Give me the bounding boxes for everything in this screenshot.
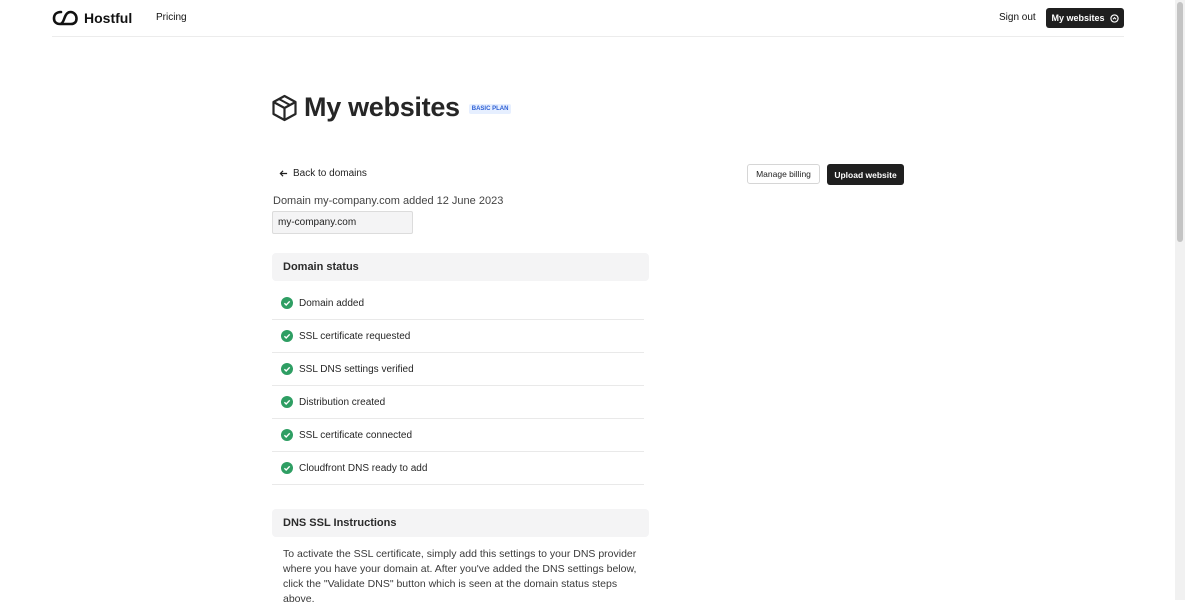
check-circle-icon [281,429,293,441]
page-title: My websites [304,92,460,122]
domain-input[interactable] [272,211,413,234]
brand-logo[interactable]: Hostful [52,9,132,27]
top-navbar: Hostful Pricing Sign out My websites [52,0,1124,37]
domain-added-info: Domain my-company.com added 12 June 2023 [273,195,504,207]
check-circle-icon [281,462,293,474]
status-item-ssl-requested: SSL certificate requested [272,320,644,353]
upload-website-button[interactable]: Upload website [827,164,904,185]
page-scrollbar[interactable] [1175,0,1185,600]
back-to-domains-link[interactable]: Back to domains [279,168,367,179]
status-label: SSL certificate connected [299,429,413,441]
status-label: Cloudfront DNS ready to add [299,462,428,474]
domain-status-list: Domain added SSL certificate requested S… [272,287,644,485]
status-item-distribution-created: Distribution created [272,386,644,419]
hostful-logo-icon [52,10,78,26]
status-label: Distribution created [299,396,386,408]
dns-instructions-text: To activate the SSL certificate, simply … [283,548,637,605]
status-label: Domain added [299,297,365,309]
back-link-label: Back to domains [293,168,367,179]
status-label: SSL DNS settings verified [299,363,414,375]
cube-icon [272,94,297,121]
circle-arrow-icon [1109,13,1119,23]
status-item-domain-added: Domain added [272,287,644,320]
status-item-cloudfront-dns: Cloudfront DNS ready to add [272,452,644,485]
page-title-row: My websites BASIC PLAN [271,92,512,123]
domain-status-header: Domain status [272,253,649,281]
scrollbar-thumb[interactable] [1177,2,1183,242]
my-websites-button[interactable]: My websites [1046,8,1124,28]
sign-out-link[interactable]: Sign out [999,12,1036,23]
plan-badge: BASIC PLAN [468,103,512,114]
check-circle-icon [281,396,293,408]
dns-ssl-instructions-header: DNS SSL Instructions [272,509,649,537]
status-label: SSL certificate requested [299,330,411,342]
arrow-left-icon [279,170,288,177]
brand-name: Hostful [84,10,133,26]
status-item-ssl-dns-verified: SSL DNS settings verified [272,353,644,386]
my-websites-label: My websites [1051,13,1105,23]
nav-pricing-link[interactable]: Pricing [156,12,187,23]
manage-billing-button[interactable]: Manage billing [747,164,820,184]
check-circle-icon [281,330,293,342]
check-circle-icon [281,297,293,309]
check-circle-icon [281,363,293,375]
status-item-ssl-connected: SSL certificate connected [272,419,644,452]
